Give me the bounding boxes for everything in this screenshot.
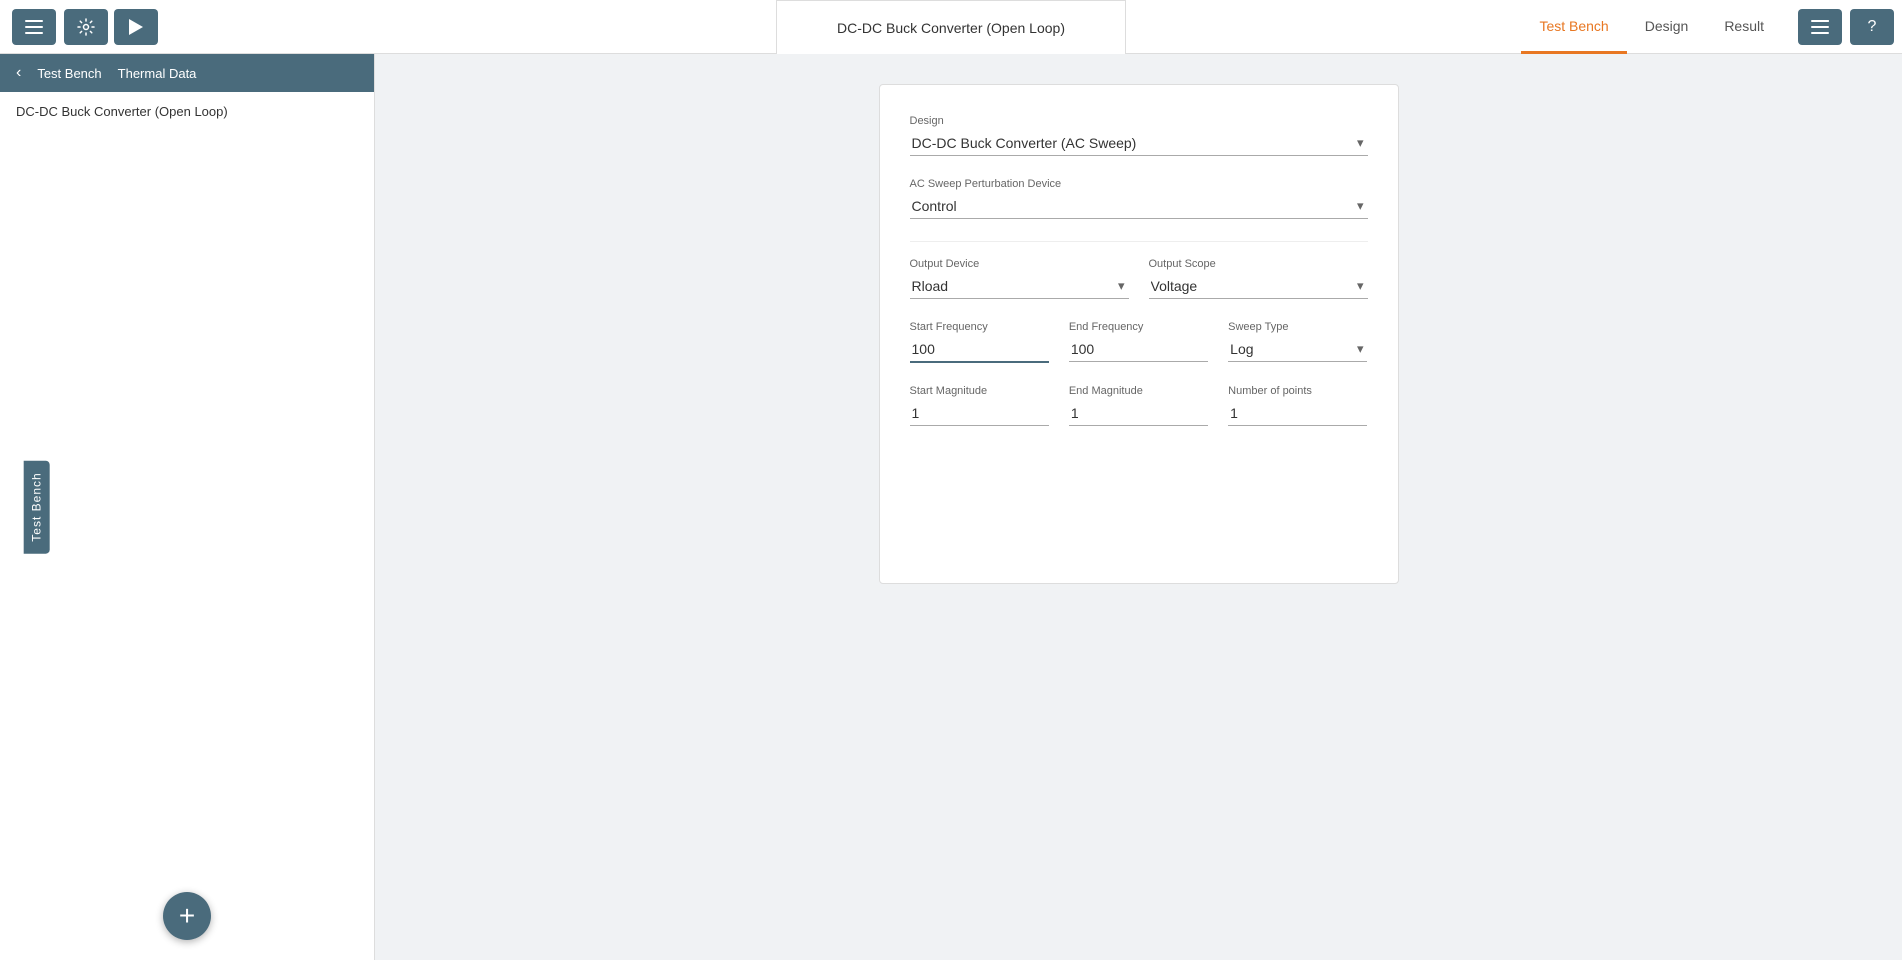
list-button[interactable] [1798, 9, 1842, 45]
tab-title: DC-DC Buck Converter (Open Loop) [776, 0, 1126, 54]
nav-tabs: Test Bench Design Result [1521, 0, 1782, 54]
output-device-select-wrapper: Rload [910, 274, 1129, 299]
add-button[interactable]: + [163, 892, 211, 940]
tab-test-bench[interactable]: Test Bench [1521, 0, 1626, 54]
sidebar-header: ‹ Test Bench Thermal Data [0, 54, 374, 92]
sidebar-section1: Test Bench [37, 66, 101, 81]
sidebar-section2: Thermal Data [118, 66, 197, 81]
magnitude-row: Start Magnitude End Magnitude Number of … [910, 385, 1368, 448]
end-frequency-label: End Frequency [1069, 321, 1208, 333]
ac-sweep-select[interactable]: Control [910, 194, 1368, 219]
output-device-field: Output Device Rload [910, 258, 1129, 299]
design-select-wrapper: DC-DC Buck Converter (AC Sweep) [910, 131, 1368, 156]
start-frequency-field: Start Frequency [910, 321, 1049, 363]
start-frequency-label: Start Frequency [910, 321, 1049, 333]
form-panel: Design DC-DC Buck Converter (AC Sweep) A… [879, 84, 1399, 584]
ac-sweep-label: AC Sweep Perturbation Device [910, 178, 1368, 190]
tab-result[interactable]: Result [1706, 0, 1782, 54]
end-magnitude-input[interactable] [1069, 401, 1208, 426]
start-magnitude-field: Start Magnitude [910, 385, 1049, 426]
back-arrow-icon[interactable]: ‹ [16, 64, 21, 82]
content-area: Design DC-DC Buck Converter (AC Sweep) A… [375, 54, 1902, 960]
start-magnitude-input[interactable] [910, 401, 1049, 426]
output-device-label: Output Device [910, 258, 1129, 270]
number-of-points-label: Number of points [1228, 385, 1367, 397]
sweep-type-label: Sweep Type [1228, 321, 1367, 333]
output-scope-label: Output Scope [1149, 258, 1368, 270]
end-magnitude-label: End Magnitude [1069, 385, 1208, 397]
tab-design[interactable]: Design [1627, 0, 1707, 54]
sidebar-vertical-label: Test Bench [24, 460, 50, 553]
output-scope-select-wrapper: Voltage [1149, 274, 1368, 299]
run-button[interactable] [114, 9, 158, 45]
sweep-type-field: Sweep Type Log [1228, 321, 1367, 363]
menu-button[interactable] [12, 9, 56, 45]
output-device-select[interactable]: Rload [910, 274, 1129, 299]
ac-sweep-field: AC Sweep Perturbation Device Control [910, 178, 1368, 219]
number-of-points-input[interactable] [1228, 401, 1367, 426]
end-magnitude-field: End Magnitude [1069, 385, 1208, 426]
help-button[interactable]: ? [1850, 9, 1894, 45]
output-scope-field: Output Scope Voltage [1149, 258, 1368, 299]
frequency-row: Start Frequency End Frequency Sweep Type… [910, 321, 1368, 385]
start-magnitude-label: Start Magnitude [910, 385, 1049, 397]
sidebar: ‹ Test Bench Thermal Data DC-DC Buck Con… [0, 54, 375, 960]
design-label: Design [910, 115, 1368, 127]
end-frequency-input[interactable] [1069, 337, 1208, 362]
output-scope-select[interactable]: Voltage [1149, 274, 1368, 299]
main-layout: ‹ Test Bench Thermal Data DC-DC Buck Con… [0, 54, 1902, 960]
divider-1 [910, 241, 1368, 242]
output-row: Output Device Rload Output Scope Voltage [910, 258, 1368, 321]
design-field: Design DC-DC Buck Converter (AC Sweep) [910, 115, 1368, 156]
sweep-type-select-wrapper: Log [1228, 337, 1367, 362]
design-select[interactable]: DC-DC Buck Converter (AC Sweep) [910, 131, 1368, 156]
end-frequency-field: End Frequency [1069, 321, 1208, 363]
start-frequency-input[interactable] [910, 337, 1049, 363]
ac-sweep-select-wrapper: Control [910, 194, 1368, 219]
sweep-type-select[interactable]: Log [1228, 337, 1367, 362]
top-bar: DC-DC Buck Converter (Open Loop) Test Be… [0, 0, 1902, 54]
number-of-points-field: Number of points [1228, 385, 1367, 426]
sidebar-item-dc-dc[interactable]: DC-DC Buck Converter (Open Loop) [0, 92, 374, 131]
settings-button[interactable] [64, 9, 108, 45]
